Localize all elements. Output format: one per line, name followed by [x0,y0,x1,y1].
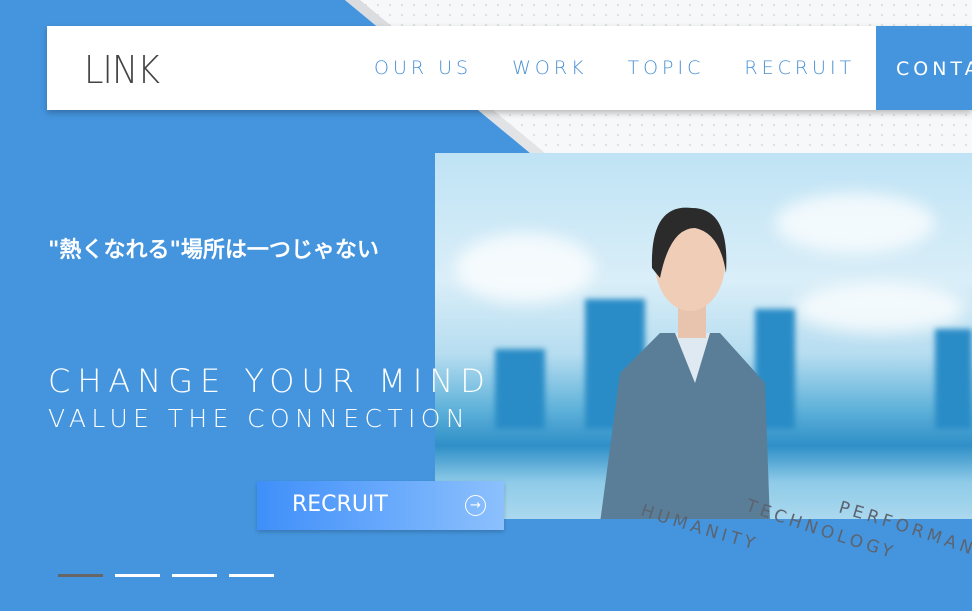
slide-dot-1[interactable] [58,574,103,577]
slide-dot-3[interactable] [172,574,217,577]
hero-headline: CHANGE YOUR MIND [48,362,492,400]
contact-button[interactable]: CONTACT [876,26,972,110]
hero-photo [435,153,972,519]
nav-our-us[interactable]: OUR US [374,57,472,79]
hero-catchcopy: "熱くなれる"場所は一つじゃない [48,238,379,263]
arrow-circle-icon: → [465,495,486,516]
slider-pagination [58,574,274,577]
nav-work[interactable]: WORK [512,57,587,79]
hero-subheadline: VALUE THE CONNECTION [48,404,470,433]
slide-dot-4[interactable] [229,574,274,577]
slide-dot-2[interactable] [115,574,160,577]
nav-topic[interactable]: TOPIC [627,57,704,79]
site-header: LINK OUR US WORK TOPIC RECRUIT CONTACT [47,26,972,110]
main-nav: OUR US WORK TOPIC RECRUIT [374,26,895,110]
recruit-button[interactable]: RECRUIT → [257,481,504,530]
woman-figure [600,207,770,519]
nav-recruit[interactable]: RECRUIT [744,57,855,79]
recruit-button-label: RECRUIT [292,492,388,517]
logo[interactable]: LINK [84,48,160,92]
